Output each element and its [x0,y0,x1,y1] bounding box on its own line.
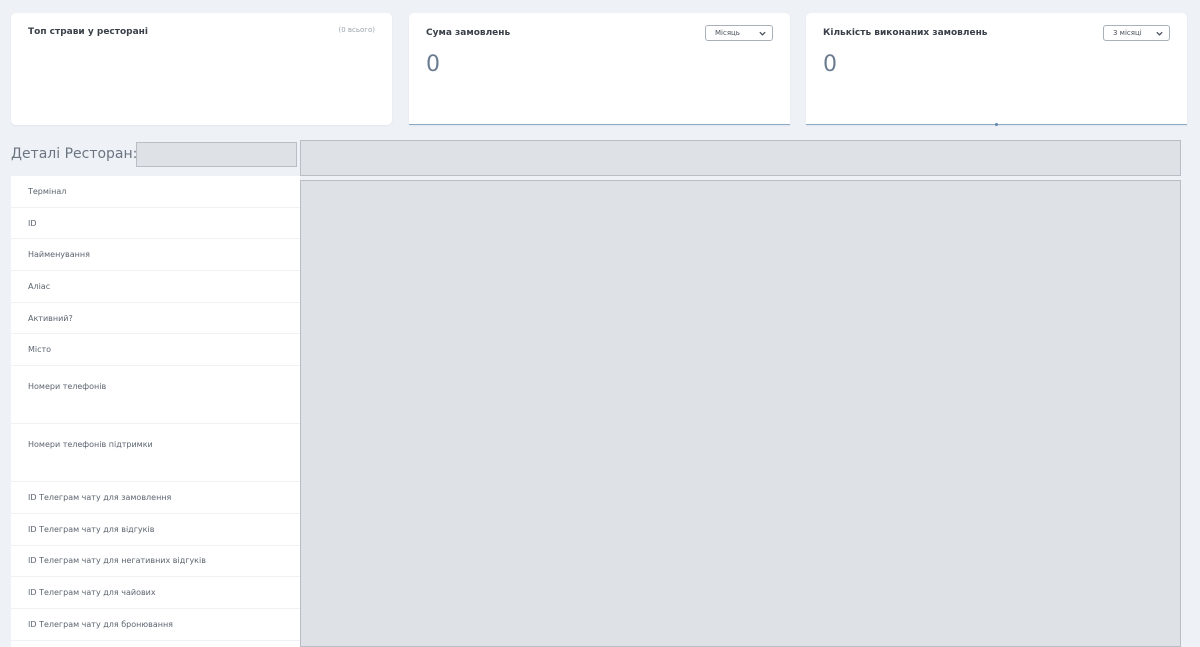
completed-orders-card: Кількість виконаних замовлень 3 місяці 0 [806,13,1187,126]
detail-row-phones: Номери телефонів [11,366,300,425]
order-sum-period-select[interactable]: Місяць [705,25,773,41]
detail-row-city: Місто [11,334,300,367]
detail-row-support-phones: Номери телефонів підтримки [11,424,300,483]
detail-label: ID [28,218,37,228]
masked-restaurant-name [136,142,297,167]
top-dishes-total: (0 всього) [338,26,375,34]
detail-row-alias: Аліас [11,271,300,303]
detail-row-id: ID [11,208,300,240]
detail-label: Аліас [28,281,51,291]
detail-label: Номери телефонів [28,382,107,392]
detail-row-name: Найменування [11,239,300,272]
detail-row-telegram-negative-reviews: ID Телеграм чату для негативних відгуків [11,546,300,578]
chevron-down-icon [1156,31,1163,36]
detail-row-telegram-booking: ID Телеграм чату для бронювання [11,609,300,641]
restaurant-details-page: Топ страви у ресторані (0 всього) Сума з… [0,0,1200,647]
details-title: Деталі Ресторан: Е [11,146,143,162]
detail-label: ID Телеграм чату для замовлення [28,492,172,502]
top-dishes-title: Топ страви у ресторані [28,27,148,37]
masked-toolbar-area [300,140,1181,176]
completed-orders-title: Кількість виконаних замовлень [823,28,988,38]
detail-label: ID Телеграм чату для негативних відгуків [28,556,206,566]
chevron-down-icon [759,31,766,36]
detail-label: Активний? [28,313,73,323]
order-sum-card: Сума замовлень Місяць 0 [409,13,790,125]
order-sum-value: 0 [426,52,440,77]
top-dishes-card: Топ страви у ресторані (0 всього) [11,13,392,125]
order-sum-title: Сума замовлень [426,28,511,38]
detail-label: ID Телеграм чату для відгуків [28,524,155,534]
completed-orders-value: 0 [823,52,837,77]
detail-row-telegram-reviews: ID Телеграм чату для відгуків [11,514,300,546]
detail-row-telegram-orders: ID Телеграм чату для замовлення [11,482,300,514]
details-label-list: Термінал ID Найменування Аліас Активний?… [11,176,300,647]
completed-orders-period-select[interactable]: 3 місяці [1103,25,1170,41]
masked-details-values [300,180,1181,647]
detail-row-active: Активний? [11,303,300,335]
detail-label: ID Телеграм чату для чайових [28,588,156,598]
completed-orders-period-value: 3 місяці [1113,29,1142,37]
detail-label: ID Телеграм чату для бронювання [28,619,173,629]
detail-row-telegram-tips: ID Телеграм чату для чайових [11,577,300,609]
detail-row-terminal: Термінал [11,176,300,208]
order-sum-period-value: Місяць [715,29,740,37]
detail-label: Найменування [28,250,90,260]
detail-label: Термінал [28,186,67,196]
detail-label: Номери телефонів підтримки [28,440,153,450]
detail-label: Місто [28,345,52,355]
chart-tick-marker [995,123,998,126]
